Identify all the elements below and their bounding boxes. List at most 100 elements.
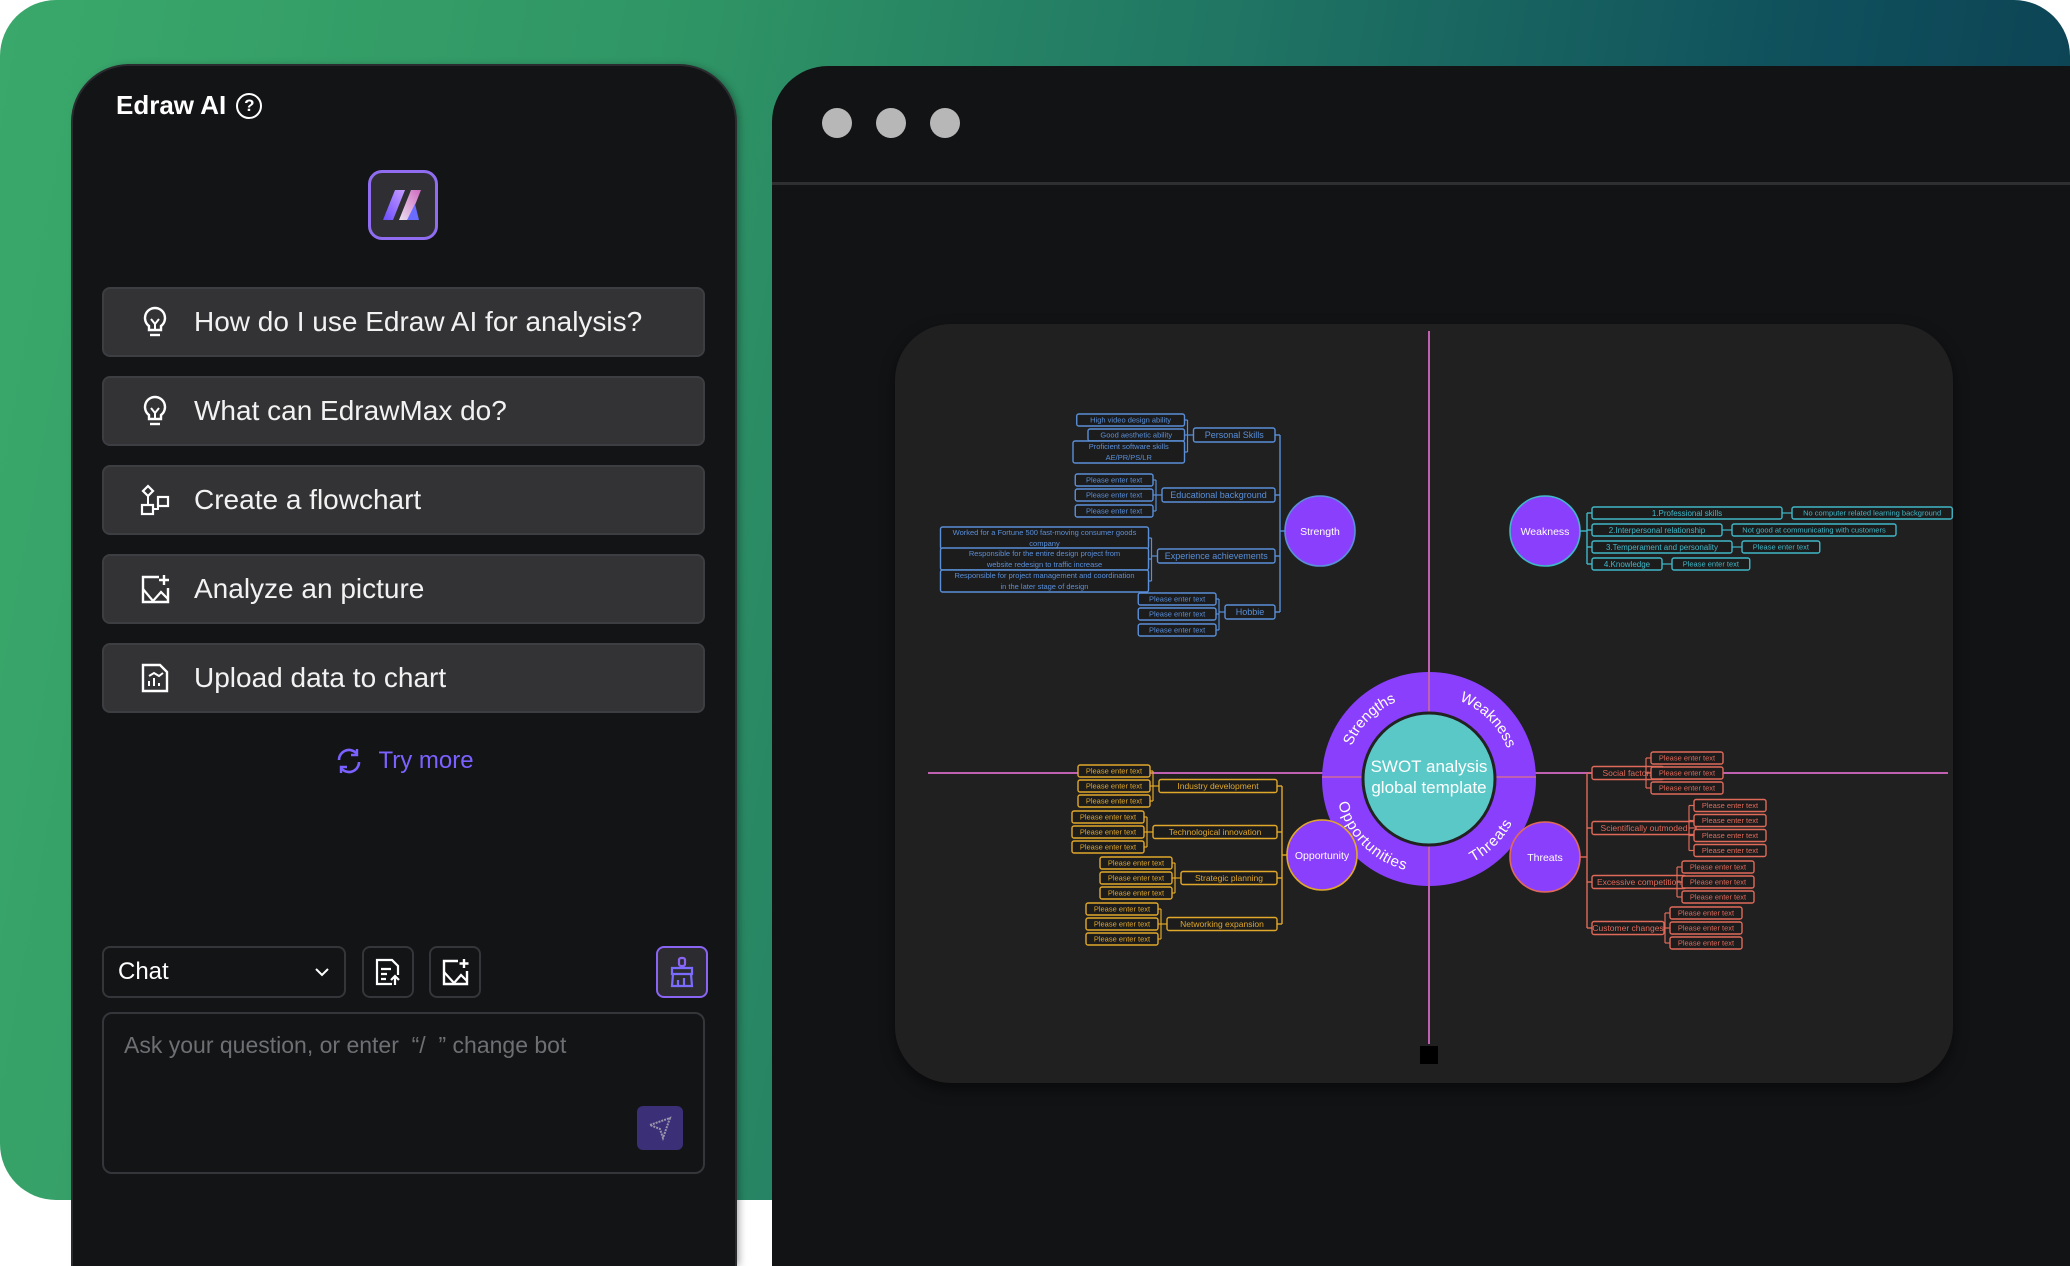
strength-leaf-text: Worked for a Fortune 500 fast-moving con… (953, 528, 1137, 537)
threats-branch-text: Scientifically outmoded (1601, 823, 1688, 833)
opportunity-branch-text: Networking expansion (1180, 919, 1264, 929)
suggestion-label: What can EdrawMax do? (194, 395, 507, 426)
swot-diagram: SWOT analysis global template Strengths … (928, 331, 1953, 1064)
strength-leaf-text: High video design ability (1090, 416, 1171, 425)
opportunity-branch-text: Technological innovation (1169, 827, 1262, 837)
try-more-button[interactable]: Try more (73, 746, 735, 776)
center-title-line1: SWOT analysis (1371, 757, 1488, 776)
window-maximize-button[interactable] (930, 108, 960, 138)
opportunity-leaf-text: Please enter text (1086, 782, 1143, 791)
opportunity-leaf-text: Please enter text (1094, 905, 1151, 914)
strength-leaf-text: Good aesthetic ability (1100, 431, 1172, 440)
image-add-icon (138, 572, 172, 606)
lightbulb-icon (138, 394, 172, 428)
opportunity-leaf-text: Please enter text (1086, 767, 1143, 776)
threats-leaf-text: Please enter text (1702, 846, 1759, 855)
send-button[interactable] (637, 1106, 683, 1150)
weakness-leaf-text: Not good at communicating with customers (1742, 526, 1886, 535)
question-circle-icon[interactable]: ? (236, 92, 263, 119)
threats-leaf-text: Please enter text (1690, 863, 1747, 872)
strength-branch-text: Hobbie (1236, 607, 1265, 617)
suggestion-analysis[interactable]: How do I use Edraw AI for analysis? (102, 287, 705, 357)
opportunity-leaf-text: Please enter text (1080, 828, 1137, 837)
strength-leaf-text: Responsible for the entire design projec… (969, 549, 1120, 558)
strength-branch-text: Experience achievements (1165, 551, 1269, 561)
threats-leaf-text: Please enter text (1659, 784, 1716, 793)
panel-title: Edraw AI (116, 90, 227, 120)
strength-leaf-text: Please enter text (1149, 610, 1206, 619)
weakness-leaf-text: Please enter text (1753, 543, 1810, 552)
clear-chat-button[interactable] (656, 946, 708, 998)
strength-branch-text: Educational background (1170, 490, 1267, 500)
weakness-branch-text: 2.Interpersonal relationship (1609, 526, 1706, 535)
weakness-branch-text: 3.Temperament and personality (1606, 543, 1718, 552)
panel-header: Edraw AI ? (116, 90, 263, 121)
center-title-line2: global template (1371, 778, 1486, 797)
threats-leaf-text: Please enter text (1659, 754, 1716, 763)
suggestion-flowchart[interactable]: Create a flowchart (102, 465, 705, 535)
suggestion-upload-chart[interactable]: Upload data to chart (102, 643, 705, 713)
threats-leaf-text: Please enter text (1690, 878, 1747, 887)
strength-leaf-text: AE/PR/PS/LR (1106, 453, 1153, 462)
threats-leaf-text: Please enter text (1678, 909, 1735, 918)
threats-branch-text: Excessive competition (1597, 877, 1681, 887)
strength-leaf-text: in the later stage of design (1001, 582, 1089, 591)
threats-leaf-text: Please enter text (1702, 816, 1759, 825)
strength-leaf-text: Responsible for project management and c… (954, 571, 1134, 580)
edraw-ai-logo-icon (383, 190, 421, 220)
lightbulb-icon (138, 305, 172, 339)
app-window: SWOT analysis global template Strengths … (772, 66, 2070, 1266)
strength-branch-text: Personal Skills (1205, 430, 1265, 440)
axis-handle[interactable] (1420, 1046, 1438, 1064)
suggestion-edrawmax[interactable]: What can EdrawMax do? (102, 376, 705, 446)
strength-leaf-text: website redesign to traffic increase (986, 560, 1102, 569)
weakness-branch-text: 4.Knowledge (1604, 560, 1651, 569)
swot-diagram-canvas[interactable]: SWOT analysis global template Strengths … (895, 324, 1953, 1083)
file-upload-icon (375, 958, 400, 986)
suggestion-label: Analyze an picture (194, 573, 425, 604)
suggestion-analyze-picture[interactable]: Analyze an picture (102, 554, 705, 624)
threats-leaf-text: Please enter text (1678, 939, 1735, 948)
opportunity-leaf-text: Please enter text (1086, 797, 1143, 806)
threats-node-label: Threats (1527, 852, 1563, 864)
suggestion-label: Upload data to chart (194, 662, 447, 693)
opportunity-leaf-text: Please enter text (1108, 889, 1165, 898)
window-header-divider (772, 182, 2070, 185)
opportunity-leaf-text: Please enter text (1108, 859, 1165, 868)
mode-select[interactable]: Chat (102, 946, 346, 998)
strength-leaf-text: Please enter text (1086, 507, 1143, 516)
strength-leaf-text: Please enter text (1149, 595, 1206, 604)
weakness-leaf-text: No computer related learning background (1803, 509, 1941, 518)
chart-file-icon (138, 661, 172, 695)
refresh-icon (338, 748, 361, 774)
edraw-ai-panel: Edraw AI ? How do I use Edraw AI for ana… (73, 66, 735, 1266)
threats-branch-text: Customer changes (1592, 923, 1663, 933)
opportunity-node-label: Opportunity (1295, 850, 1350, 862)
weakness-branch-text: 1.Professional skills (1652, 509, 1722, 518)
strength-leaf-text: company (1029, 539, 1060, 548)
strength-leaf-text: Proficient software skills (1089, 442, 1169, 451)
upload-file-button[interactable] (362, 946, 414, 998)
chat-input[interactable] (122, 1030, 686, 1114)
upload-image-button[interactable] (429, 946, 481, 998)
suggestion-label: Create a flowchart (194, 484, 422, 515)
chevron-down-icon (315, 968, 329, 977)
opportunity-leaf-text: Please enter text (1094, 920, 1151, 929)
window-minimize-button[interactable] (876, 108, 906, 138)
weakness-leaf-text: Please enter text (1683, 560, 1740, 569)
threats-leaf-text: Please enter text (1659, 769, 1716, 778)
send-icon (647, 1116, 672, 1141)
strength-node-label: Strength (1300, 526, 1340, 538)
opportunity-leaf-text: Please enter text (1094, 935, 1151, 944)
opportunity-leaf-text: Please enter text (1108, 874, 1165, 883)
opportunity-leaf-text: Please enter text (1080, 813, 1137, 822)
try-more-label: Try more (378, 747, 474, 774)
image-add-icon (442, 959, 469, 986)
threats-leaf-text: Please enter text (1702, 831, 1759, 840)
chat-input-box (102, 1012, 705, 1174)
opportunity-leaf-text: Please enter text (1080, 843, 1137, 852)
suggestion-label: How do I use Edraw AI for analysis? (194, 306, 643, 337)
threats-leaf-text: Please enter text (1690, 893, 1747, 902)
window-close-button[interactable] (822, 108, 852, 138)
strength-leaf-text: Please enter text (1086, 476, 1143, 485)
